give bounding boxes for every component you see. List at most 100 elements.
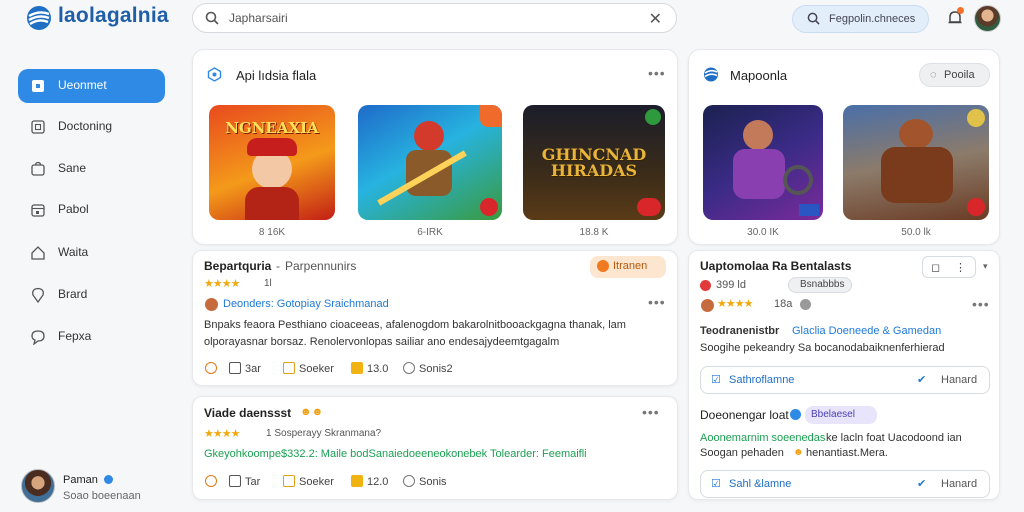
share-icon bbox=[229, 362, 241, 374]
document-icon bbox=[31, 120, 45, 134]
sidebar-item-home[interactable]: Ueonmet bbox=[18, 69, 165, 103]
details-line-link[interactable]: Glaclia Doeneede & Gamedan bbox=[792, 323, 941, 340]
corner-badge bbox=[967, 198, 985, 216]
status-badge[interactable]: Itranen bbox=[590, 256, 666, 278]
status-badge-label: Itranen bbox=[613, 260, 648, 272]
game-thumbnail-2[interactable] bbox=[358, 105, 502, 220]
sidebar-item-house[interactable]: Waita bbox=[18, 236, 165, 270]
clear-icon[interactable]: ✕ bbox=[649, 9, 662, 29]
star-rating: ★★★★ bbox=[717, 298, 753, 310]
share-button[interactable]: 3ar bbox=[229, 362, 261, 375]
logo-icon bbox=[27, 6, 51, 30]
review-body: Bnpaks feaora Pesthiano cioaceeas, afale… bbox=[204, 319, 626, 331]
menu-icon: ⋮ bbox=[955, 262, 966, 274]
game-thumbnail-1[interactable]: NGNEAXIA bbox=[209, 105, 335, 220]
fire-icon bbox=[597, 260, 609, 272]
sidebar-item-calendar[interactable]: Pabol bbox=[18, 193, 165, 227]
star-rating: ★★★★ bbox=[204, 278, 240, 290]
chat-icon bbox=[31, 330, 45, 345]
comment-button[interactable]: 13.0 bbox=[351, 362, 388, 375]
eye-icon bbox=[403, 362, 415, 374]
star-rating: ★★★★ bbox=[204, 428, 240, 440]
corner-badge bbox=[480, 198, 498, 216]
action-row[interactable]: ☑ Sathroflamne ✔ Hanard bbox=[700, 366, 990, 394]
meta-count: 399 ld bbox=[716, 279, 746, 291]
sidebar-item-location[interactable]: Brard bbox=[18, 278, 165, 312]
toolbar-button[interactable]: ◻ ⋮ bbox=[922, 256, 976, 278]
share-button[interactable]: Tar bbox=[229, 475, 260, 488]
rating-note: 1 Sosperayy Skranmana? bbox=[266, 428, 382, 439]
action-row[interactable]: ☑ Sahl &lamne ✔ Hanard bbox=[700, 470, 990, 498]
logo-icon bbox=[704, 67, 718, 82]
action-label: Soeker bbox=[299, 363, 334, 375]
action-bar bbox=[205, 362, 221, 375]
bag-icon bbox=[31, 161, 45, 176]
save-button[interactable]: Soeker bbox=[283, 475, 334, 488]
corner-badge bbox=[645, 109, 661, 125]
sidebar-item-label: Sane bbox=[58, 161, 87, 175]
sidebar-item-store[interactable]: Sane bbox=[18, 152, 165, 186]
game-art-text: NGNEAXIA bbox=[225, 119, 319, 137]
featured-thumbnail-2[interactable] bbox=[843, 105, 989, 220]
house-icon bbox=[31, 246, 45, 260]
view-button[interactable]: Sonis2 bbox=[403, 362, 453, 375]
review-body: Gkeyohkoompe$332.2: Maile bodSanaiedoeen… bbox=[204, 448, 587, 460]
search-icon bbox=[807, 12, 820, 25]
sidebar-item-chat[interactable]: Fepxa bbox=[18, 320, 165, 354]
view-button[interactable]: Sonis bbox=[403, 475, 447, 488]
review-title: Viade daenssst bbox=[204, 406, 292, 420]
pin-icon bbox=[32, 287, 44, 303]
body-art bbox=[245, 187, 299, 220]
details-title: Doeonengar loat bbox=[700, 408, 789, 422]
more-options-icon[interactable]: ••• bbox=[648, 65, 666, 81]
hat-art bbox=[247, 138, 297, 156]
secondary-search-button[interactable]: Fegpolin.chneces bbox=[792, 5, 929, 33]
sidebar-item-label: Doctoning bbox=[58, 119, 113, 133]
meta-chip-label: Bsnabbbs bbox=[800, 279, 845, 290]
emoji-icon: ☻ bbox=[793, 447, 804, 458]
more-options-icon[interactable]: ••• bbox=[648, 294, 666, 310]
review-body: olporayasnar borsaz. Renolervonlopas sai… bbox=[204, 336, 560, 348]
avatar[interactable] bbox=[974, 5, 1001, 32]
author-line[interactable]: Deonders: Gotopiay Sraichmanad bbox=[223, 296, 389, 313]
corner-badge bbox=[967, 109, 985, 127]
chat-icon: ◌ bbox=[930, 69, 937, 81]
check-icon: ✔ bbox=[917, 374, 927, 386]
sidebar-item-label: Fepxa bbox=[58, 329, 92, 343]
corner-badge bbox=[480, 105, 502, 127]
comment-button[interactable]: 12.0 bbox=[351, 475, 388, 488]
edit-icon: ☑ bbox=[711, 374, 721, 386]
rating-note: 18a bbox=[774, 298, 793, 310]
sidebar-item-label: Waita bbox=[58, 245, 89, 259]
separator: - bbox=[276, 259, 280, 273]
save-button[interactable]: Soeker bbox=[283, 362, 334, 375]
chevron-down-icon[interactable]: ▾ bbox=[983, 261, 988, 272]
home-icon bbox=[32, 80, 44, 92]
game-caption: 6-IRK bbox=[417, 227, 443, 238]
character-body-art bbox=[733, 149, 785, 199]
details-line: henantiast.Mera. bbox=[806, 447, 888, 459]
sidebar-item-label: Pabol bbox=[58, 202, 89, 216]
tag-chip[interactable]: Bbelaesel bbox=[805, 406, 877, 424]
action-label: Soeker bbox=[299, 476, 334, 488]
cube-icon bbox=[207, 67, 222, 82]
search-bar[interactable]: Japharsairi ✕ bbox=[192, 3, 677, 33]
action-bar bbox=[205, 475, 221, 488]
sidebar-item-documents[interactable]: Doctoning bbox=[18, 110, 165, 144]
app-logo-text: laolagalnia bbox=[58, 4, 169, 27]
character-head-art bbox=[414, 121, 444, 151]
more-options-icon[interactable]: ••• bbox=[642, 404, 660, 420]
action-row-label: Sathroflamne bbox=[729, 374, 795, 386]
refresh-icon[interactable] bbox=[205, 362, 217, 374]
user-avatar[interactable] bbox=[21, 469, 55, 503]
panel-action-button[interactable]: ◌ Pooila bbox=[919, 63, 990, 87]
verified-badge-icon bbox=[104, 475, 113, 484]
user-name: Paman bbox=[63, 474, 98, 486]
featured-thumbnail-1[interactable] bbox=[703, 105, 823, 220]
featured-caption: 30.0 IK bbox=[747, 227, 779, 238]
more-options-icon[interactable]: ••• bbox=[972, 296, 990, 312]
refresh-icon[interactable] bbox=[205, 475, 217, 487]
search-input[interactable]: Japharsairi bbox=[229, 11, 288, 25]
game-thumbnail-3[interactable]: GHINCNAD HIRADAS bbox=[523, 105, 665, 220]
secondary-search-label: Fegpolin.chneces bbox=[829, 13, 916, 25]
